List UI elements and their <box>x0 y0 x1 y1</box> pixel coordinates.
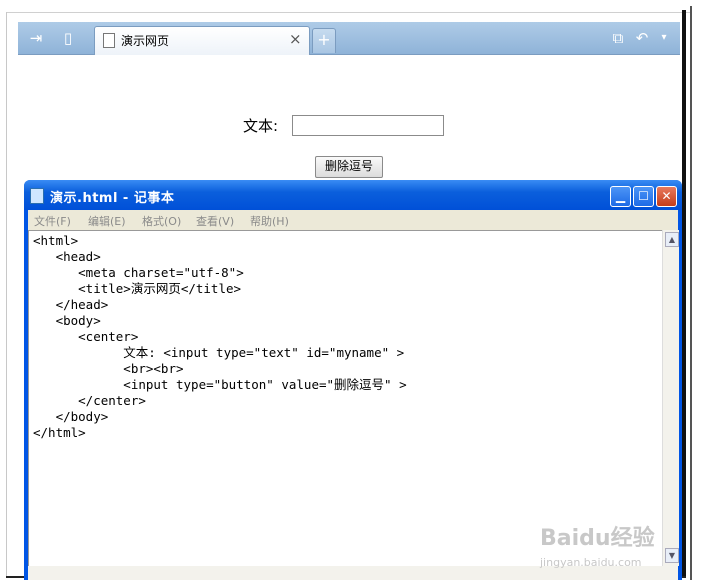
dropdown-arrow-icon[interactable]: ▾ <box>654 28 674 48</box>
delete-comma-button[interactable]: 删除逗号 <box>315 156 383 178</box>
undo-close-icon[interactable]: ↶ <box>632 28 652 48</box>
close-icon[interactable]: ✕ <box>656 186 677 207</box>
tab-demo-page[interactable]: 演示网页 × <box>94 26 310 55</box>
notepad-title-bar[interactable]: 演示.html - 记事本 ▁ ☐ ✕ <box>24 180 682 210</box>
myname-input[interactable] <box>292 115 444 136</box>
browser-window: ⇥ ▯ 演示网页 × + ⧉ ↶ ▾ 文本: 删除逗号 <box>18 22 680 178</box>
browser-tab-bar: ⇥ ▯ 演示网页 × + ⧉ ↶ ▾ <box>18 22 680 55</box>
new-tab-button[interactable]: + <box>312 28 336 53</box>
outer-frame-right <box>682 10 686 578</box>
outer-frame-right-shadow <box>690 6 692 580</box>
menu-format[interactable]: 格式(O) <box>142 213 181 229</box>
html-source-code: <html> <head> <meta charset="utf-8"> <ti… <box>33 233 407 440</box>
notepad-title: 演示.html - 记事本 <box>50 191 175 206</box>
minimize-icon[interactable]: ▁ <box>610 186 631 207</box>
browser-page-content: 文本: 删除逗号 <box>18 55 680 178</box>
reading-list-icon[interactable]: ▯ <box>58 28 78 48</box>
watermark-logo: Baidu经验 <box>540 526 655 551</box>
sidebar-toggle-icon[interactable]: ⇥ <box>26 28 46 48</box>
outer-frame-left <box>6 12 7 577</box>
baidu-watermark: Baidu经验 jingyan.baidu.com <box>540 520 690 580</box>
tab-overview-icon[interactable]: ⧉ <box>608 28 628 48</box>
menu-file[interactable]: 文件(F) <box>34 213 71 229</box>
notepad-text-area[interactable]: <html> <head> <meta charset="utf-8"> <ti… <box>28 230 664 568</box>
notepad-menu-bar: 文件(F) 编辑(E) 格式(O) 查看(V) 帮助(H) <box>28 210 678 230</box>
scroll-up-icon[interactable]: ▲ <box>665 232 679 247</box>
notepad-app-icon <box>30 188 44 204</box>
menu-edit[interactable]: 编辑(E) <box>88 213 126 229</box>
menu-view[interactable]: 查看(V) <box>196 213 234 229</box>
tab-close-icon[interactable]: × <box>289 30 302 48</box>
outer-frame-top <box>6 12 690 13</box>
menu-help[interactable]: 帮助(H) <box>250 213 289 229</box>
document-icon <box>103 33 115 48</box>
watermark-url: jingyan.baidu.com <box>540 556 642 569</box>
text-label: 文本: <box>243 117 279 135</box>
vertical-scrollbar[interactable]: ▲ ▼ <box>662 230 679 566</box>
tab-title: 演示网页 <box>121 34 170 48</box>
maximize-icon[interactable]: ☐ <box>633 186 654 207</box>
